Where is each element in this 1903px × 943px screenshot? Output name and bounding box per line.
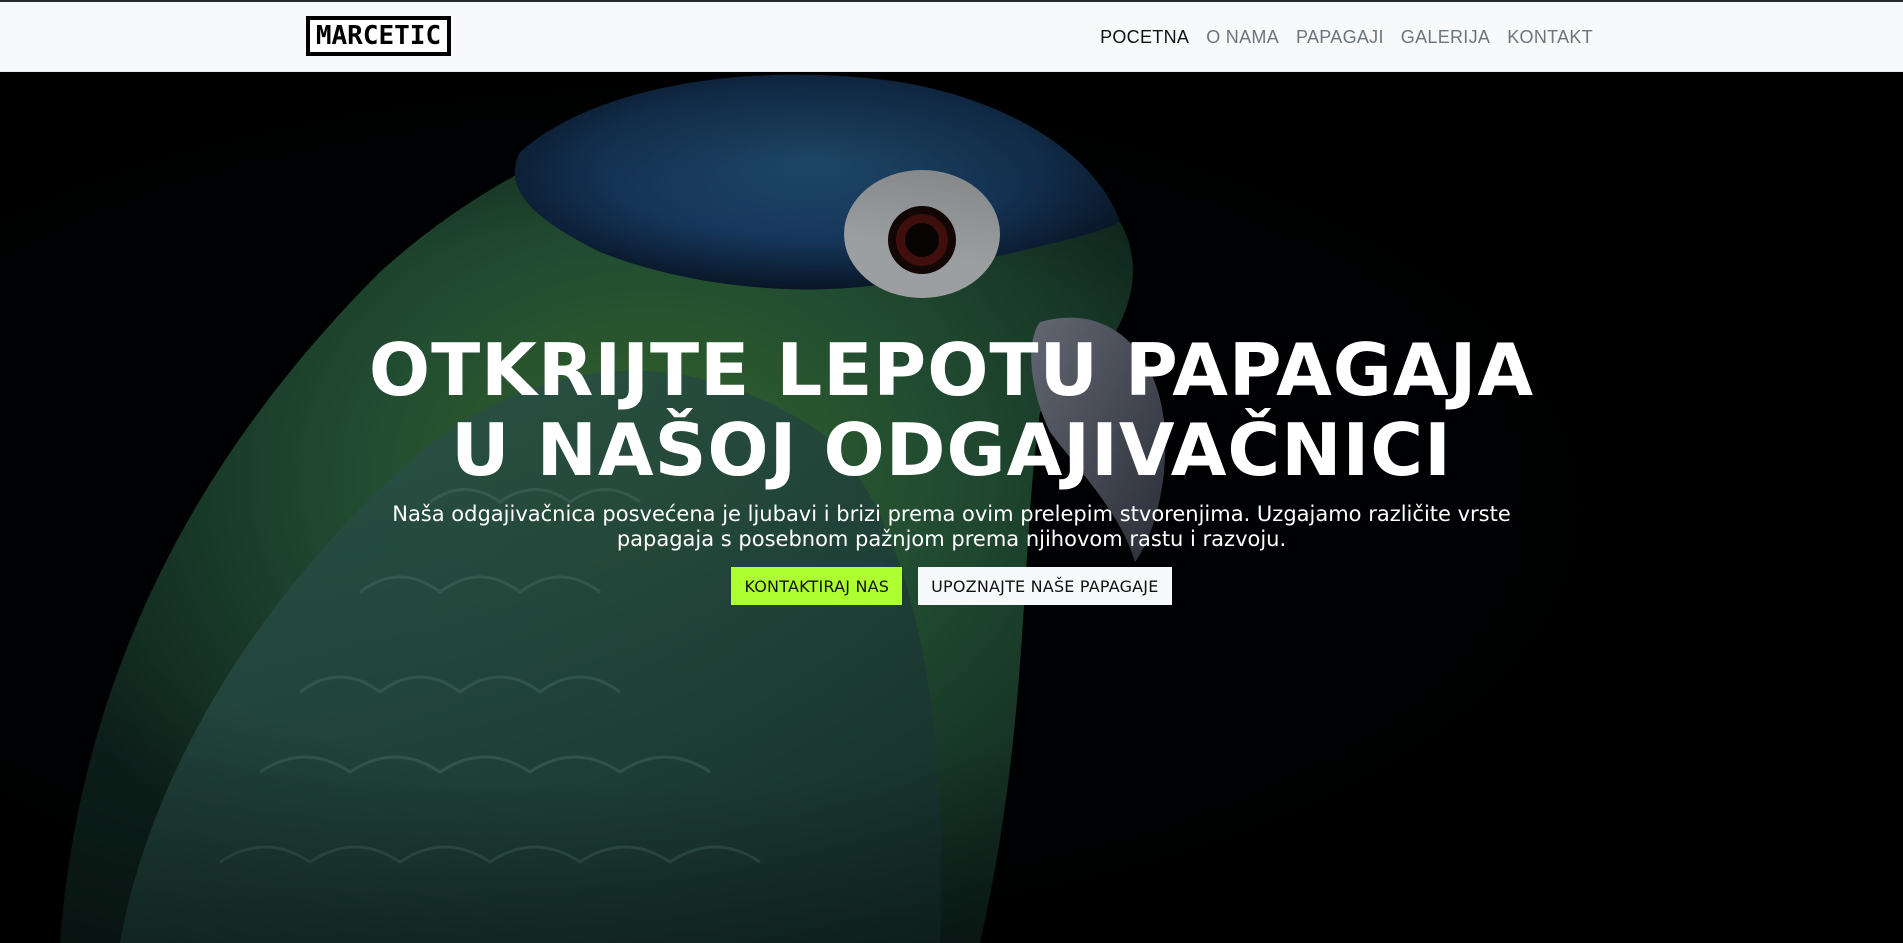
hero-content: OTKRIJTE LEPOTU PAPAGAJA U NAŠOJ ODGAJIV…	[0, 330, 1903, 605]
hero-subtitle: Naša odgajivačnica posvećena je ljubavi …	[392, 502, 1511, 551]
hero-title: OTKRIJTE LEPOTU PAPAGAJA U NAŠOJ ODGAJIV…	[368, 328, 1535, 492]
contact-button[interactable]: KONTAKTIRAJ NAS	[731, 567, 903, 605]
navbar: MARCETIC POCETNA O NAMA PAPAGAJI GALERIJ…	[0, 2, 1903, 72]
nav-item-o-nama[interactable]: O NAMA	[1206, 27, 1279, 48]
main-nav: POCETNA O NAMA PAPAGAJI GALERIJA KONTAKT	[1100, 2, 1593, 72]
meet-parrots-button[interactable]: UPOZNAJTE NAŠE PAPAGAJE	[918, 567, 1172, 605]
brand-logo[interactable]: MARCETIC	[306, 16, 451, 56]
nav-item-papagaji[interactable]: PAPAGAJI	[1296, 27, 1384, 48]
brand-logo-text: MARCETIC	[315, 21, 442, 51]
hero-section: OTKRIJTE LEPOTU PAPAGAJA U NAŠOJ ODGAJIV…	[0, 72, 1903, 943]
nav-item-pocetna[interactable]: POCETNA	[1100, 27, 1189, 48]
hero-buttons: KONTAKTIRAJ NAS UPOZNAJTE NAŠE PAPAGAJE	[0, 567, 1903, 605]
nav-item-kontakt[interactable]: KONTAKT	[1507, 27, 1593, 48]
nav-item-galerija[interactable]: GALERIJA	[1401, 27, 1490, 48]
